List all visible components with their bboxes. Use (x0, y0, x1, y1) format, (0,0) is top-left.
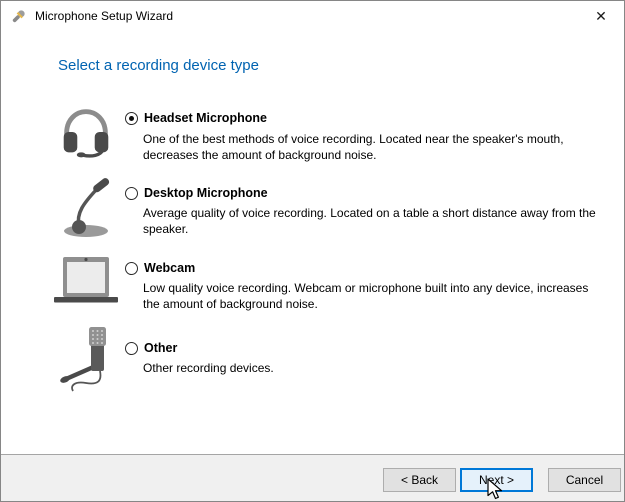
title-bar: Microphone Setup Wizard ✕ (1, 1, 624, 31)
radio-webcam[interactable] (125, 262, 138, 275)
option-description: Low quality voice recording. Webcam or m… (143, 280, 603, 312)
window-title: Microphone Setup Wizard (35, 9, 173, 23)
option-title: Headset Microphone (144, 111, 267, 125)
radio-headset-microphone[interactable] (125, 112, 138, 125)
option-other[interactable]: Other (125, 340, 177, 356)
close-icon[interactable]: ✕ (578, 1, 624, 31)
option-headset-microphone[interactable]: Headset Microphone (125, 110, 267, 126)
next-button[interactable]: Next > (460, 468, 533, 492)
microphone-icon (10, 8, 27, 25)
radio-other[interactable] (125, 342, 138, 355)
option-webcam[interactable]: Webcam (125, 260, 195, 276)
cancel-button[interactable]: Cancel (548, 468, 621, 492)
footer-bar: < Back Next > Cancel (1, 454, 625, 501)
option-desktop-microphone[interactable]: Desktop Microphone (125, 185, 268, 201)
microphone-setup-wizard-window: Microphone Setup Wizard ✕ Select a recor… (0, 0, 625, 502)
option-description: Other recording devices. (143, 360, 603, 376)
option-title: Webcam (144, 261, 195, 275)
back-button[interactable]: < Back (383, 468, 456, 492)
webcam-laptop-icon (51, 253, 121, 308)
option-description: Average quality of voice recording. Loca… (143, 205, 603, 237)
handheld-microphone-icon (56, 325, 116, 397)
option-title: Desktop Microphone (144, 186, 268, 200)
headset-icon (55, 100, 117, 162)
desktop-microphone-icon (54, 173, 118, 241)
page-title: Select a recording device type (58, 57, 259, 74)
option-title: Other (144, 341, 177, 355)
option-description: One of the best methods of voice recordi… (143, 131, 603, 163)
radio-desktop-microphone[interactable] (125, 187, 138, 200)
